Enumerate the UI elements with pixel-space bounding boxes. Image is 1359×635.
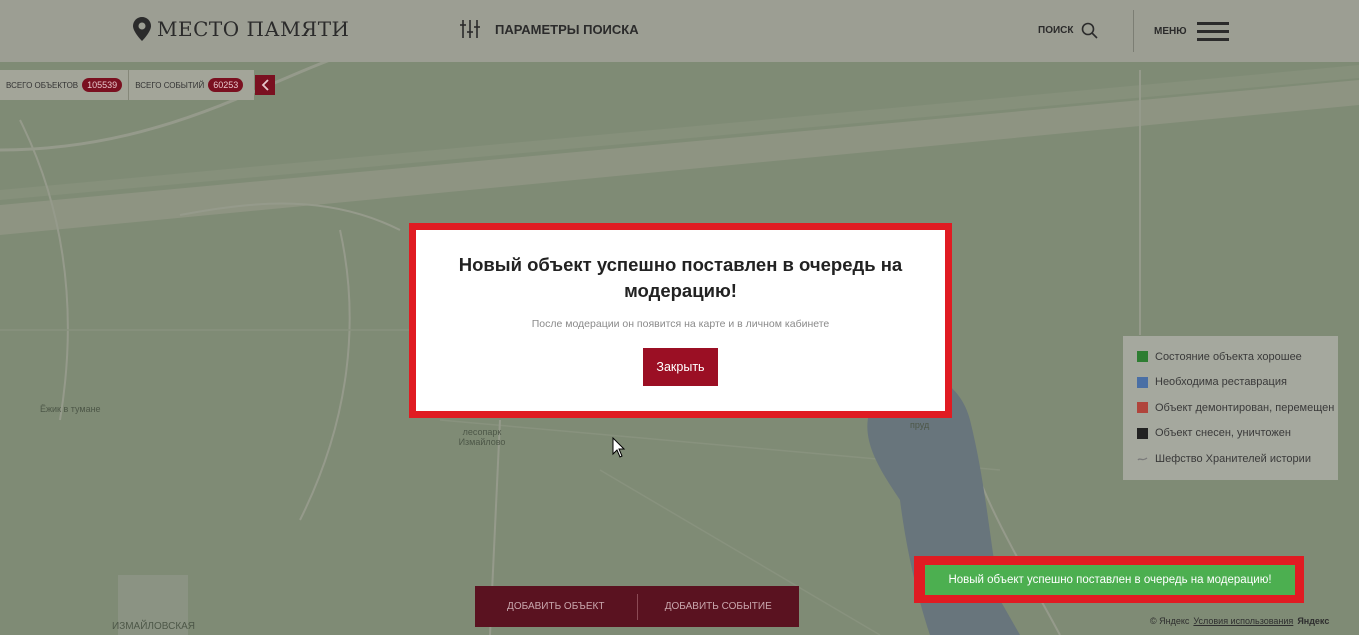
modal-title: Новый объект успешно поставлен в очередь… (458, 254, 903, 301)
legend-item: Необходима реставрация (1123, 370, 1338, 396)
close-button[interactable]: Закрыть (643, 348, 718, 386)
stat-events-count: 60253 (208, 78, 244, 92)
legend-item: Объект демонтирован, перемещен (1123, 395, 1338, 421)
hamburger-icon (1196, 17, 1229, 46)
search-button[interactable]: ПОИСК (1038, 22, 1099, 39)
success-toast[interactable]: Новый объект успешно поставлен в очередь… (925, 565, 1295, 595)
legend-label: Объект демонтирован, перемещен (1155, 401, 1335, 414)
add-object-button[interactable]: ДОБАВИТЬ ОБЪЕКТ (475, 601, 637, 612)
collapse-stats-button[interactable] (255, 75, 275, 95)
map-pin-icon (133, 17, 151, 41)
legend-label: Объект снесен, уничтожен (1155, 427, 1291, 440)
map-legend: Состояние объекта хорошее Необходима рес… (1123, 336, 1338, 480)
legend-swatch-dismantled (1137, 402, 1148, 414)
success-modal: Новый объект успешно поставлен в очередь… (416, 230, 945, 411)
legend-swatch-destroyed (1137, 427, 1148, 439)
legend-swatch-restoration (1137, 376, 1148, 388)
guardians-icon (1137, 457, 1148, 461)
copyright-owner: © Яндекс (1150, 616, 1190, 626)
legend-item: Объект снесен, уничтожен (1123, 421, 1338, 447)
stat-events-label: ВСЕГО СОБЫТИЙ (135, 80, 205, 90)
legend-swatch-good (1137, 351, 1148, 363)
legend-item: Состояние объекта хорошее (1123, 344, 1338, 370)
chevron-left-icon (261, 79, 269, 91)
legend-label: Состояние объекта хорошее (1155, 350, 1302, 363)
site-header: МЕСТО ПАМЯТИ ПАРАМЕТРЫ ПОИСКА ПОИСК МЕНЮ (0, 0, 1359, 62)
legend-label: Шефство Хранителей истории (1155, 452, 1311, 465)
menu-button[interactable]: МЕНЮ (1154, 17, 1229, 46)
stat-events: ВСЕГО СОБЫТИЙ 60253 (128, 70, 249, 100)
mouse-cursor-icon (612, 437, 626, 458)
add-event-button[interactable]: ДОБАВИТЬ СОБЫТИЕ (638, 601, 800, 612)
stat-objects-label: ВСЕГО ОБЪЕКТОВ (6, 80, 79, 90)
legend-item: Шефство Хранителей истории (1123, 446, 1338, 472)
search-icon (1082, 22, 1099, 39)
legend-label: Необходима реставрация (1155, 376, 1287, 389)
search-label: ПОИСК (1038, 25, 1074, 36)
stat-objects-count: 105539 (82, 78, 123, 92)
sliders-icon (460, 20, 480, 38)
search-params-button[interactable]: ПАРАМЕТРЫ ПОИСКА (460, 20, 639, 38)
stats-bar: ВСЕГО ОБЪЕКТОВ 105539 ВСЕГО СОБЫТИЙ 6025… (0, 70, 254, 100)
yandex-logo[interactable]: Яндекс (1297, 616, 1329, 626)
stat-objects: ВСЕГО ОБЪЕКТОВ 105539 (0, 70, 128, 100)
menu-label: МЕНЮ (1154, 26, 1187, 37)
logo-text: МЕСТО ПАМЯТИ (157, 17, 350, 41)
header-divider (1133, 10, 1134, 52)
logo[interactable]: МЕСТО ПАМЯТИ (133, 17, 349, 41)
modal-subtitle: После модерации он появится на карте и в… (531, 318, 830, 330)
map-copyright: © Яндекс Условия использования Яндекс (1150, 616, 1329, 626)
terms-link[interactable]: Условия использования (1193, 616, 1293, 626)
action-bar: ДОБАВИТЬ ОБЪЕКТ ДОБАВИТЬ СОБЫТИЕ (475, 586, 799, 627)
search-params-label: ПАРАМЕТРЫ ПОИСКА (495, 21, 639, 37)
